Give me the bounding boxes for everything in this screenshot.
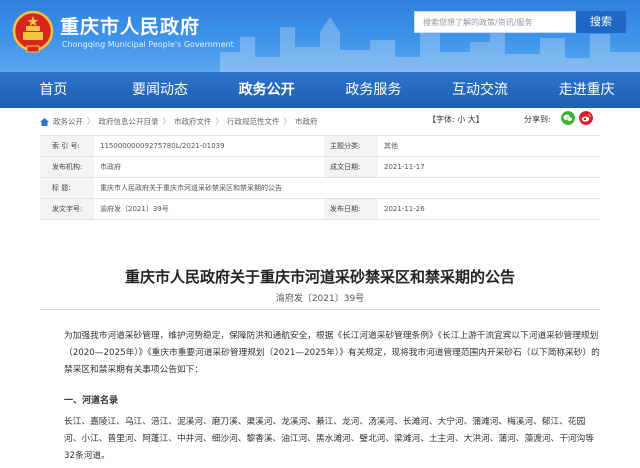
divider — [40, 309, 600, 310]
info-row: 发文字号: 渝府发〔2021〕39号 发布日期: 2021-11-26 — [40, 199, 600, 220]
article-doc-number: 渝府发〔2021〕39号 — [275, 294, 365, 304]
nav-item-home[interactable]: 首页 — [0, 72, 107, 108]
font-size-close: 】 — [475, 115, 484, 124]
wechat-icon[interactable] — [561, 111, 575, 125]
breadcrumb-item[interactable]: 市政府 — [295, 116, 318, 127]
home-icon — [40, 117, 49, 126]
breadcrumb-item[interactable]: 政务公开 — [53, 116, 83, 127]
breadcrumb-item[interactable]: 行政规范性文件 — [227, 116, 280, 127]
document-info-table: 索 引 号: 11500000009275780L/2021-01039 主题分… — [40, 135, 600, 220]
font-size-label: 【字体: — [428, 115, 455, 124]
issuer-value: 市政府 — [100, 163, 121, 171]
info-row: 索 引 号: 11500000009275780L/2021-01039 主题分… — [40, 136, 600, 157]
breadcrumb-item[interactable]: 市政府文件 — [174, 116, 212, 127]
article-paragraph: 为加强我市河道采砂管理，维护河势稳定，保障防洪和通航安全，根据《长江河道采砂管理… — [64, 331, 600, 375]
breadcrumb-item[interactable]: 政府信息公开目录 — [99, 116, 159, 127]
breadcrumb-separator: 〉 — [215, 117, 224, 126]
category-value: 其他 — [384, 142, 398, 150]
publish-date-label: 发布日期: — [324, 199, 378, 219]
publish-date-value: 2021-11-26 — [384, 205, 425, 213]
main-nav: 首页 要闻动态 政务公开 政务服务 互动交流 走进重庆 — [0, 72, 640, 108]
river-list-paragraph: 长江、嘉陵江、乌江、涪江、泥溪河、磨刀溪、渠溪河、龙溪河、綦江、龙河、汤溪河、长… — [64, 417, 594, 461]
title-label: 标 题: — [40, 178, 94, 198]
doc-number-value: 渝府发〔2021〕39号 — [100, 205, 169, 213]
title-value: 重庆市人民政府关于重庆市河道采砂禁采区和禁采期的公告 — [100, 184, 282, 192]
share-label: 分享到: — [524, 115, 551, 124]
issuer-label: 发布机构: — [40, 157, 94, 177]
font-size-small-button[interactable]: 小 — [457, 115, 465, 124]
doc-number-label: 发文字号: — [40, 199, 94, 219]
breadcrumb: 政务公开〉 政府信息公开目录〉 市政府文件〉 行政规范性文件〉 市政府 — [40, 116, 318, 127]
site-header: 重庆市人民政府 Chongqing Municipal People's Gov… — [0, 0, 640, 72]
site-subtitle: Chongqing Municipal People's Government — [62, 40, 234, 49]
font-size-large-button[interactable]: 大 — [468, 115, 476, 124]
weibo-icon[interactable] — [579, 111, 593, 125]
share-bar: 分享到: — [524, 114, 551, 125]
nav-item-services[interactable]: 政务服务 — [320, 72, 427, 108]
category-label: 主题分类: — [324, 136, 378, 156]
info-row: 标 题: 重庆市人民政府关于重庆市河道采砂禁采区和禁采期的公告 — [40, 178, 600, 199]
date-made-label: 成文日期: — [324, 157, 378, 177]
date-made-value: 2021-11-17 — [384, 163, 425, 171]
article-title: 重庆市人民政府关于重庆市河道采砂禁采区和禁采期的公告 — [124, 268, 515, 286]
section-heading: 一、河道名录 — [64, 396, 119, 406]
index-label: 索 引 号: — [40, 136, 94, 156]
breadcrumb-separator: 〉 — [162, 117, 171, 126]
info-row: 发布机构: 市政府 成文日期: 2021-11-17 — [40, 157, 600, 178]
nav-item-gov-affairs[interactable]: 政务公开 — [213, 72, 320, 108]
breadcrumb-separator: 〉 — [283, 117, 292, 126]
breadcrumb-row: 政务公开〉 政府信息公开目录〉 市政府文件〉 行政规范性文件〉 市政府 【字体:… — [0, 110, 640, 132]
search-button[interactable]: 搜索 — [576, 11, 626, 33]
site-title[interactable]: 重庆市人民政府 — [60, 12, 200, 39]
index-value: 11500000009275780L/2021-01039 — [100, 142, 225, 150]
nav-item-interaction[interactable]: 互动交流 — [427, 72, 534, 108]
nav-item-news[interactable]: 要闻动态 — [107, 72, 214, 108]
national-emblem-icon — [12, 10, 54, 53]
breadcrumb-separator: 〉 — [87, 117, 95, 126]
nav-item-about-chongqing[interactable]: 走进重庆 — [533, 72, 640, 108]
font-size-control: 【字体: 小 大】 — [428, 114, 484, 125]
search-input[interactable]: 搜索您想了解的政策/资讯/服务 — [414, 11, 576, 33]
